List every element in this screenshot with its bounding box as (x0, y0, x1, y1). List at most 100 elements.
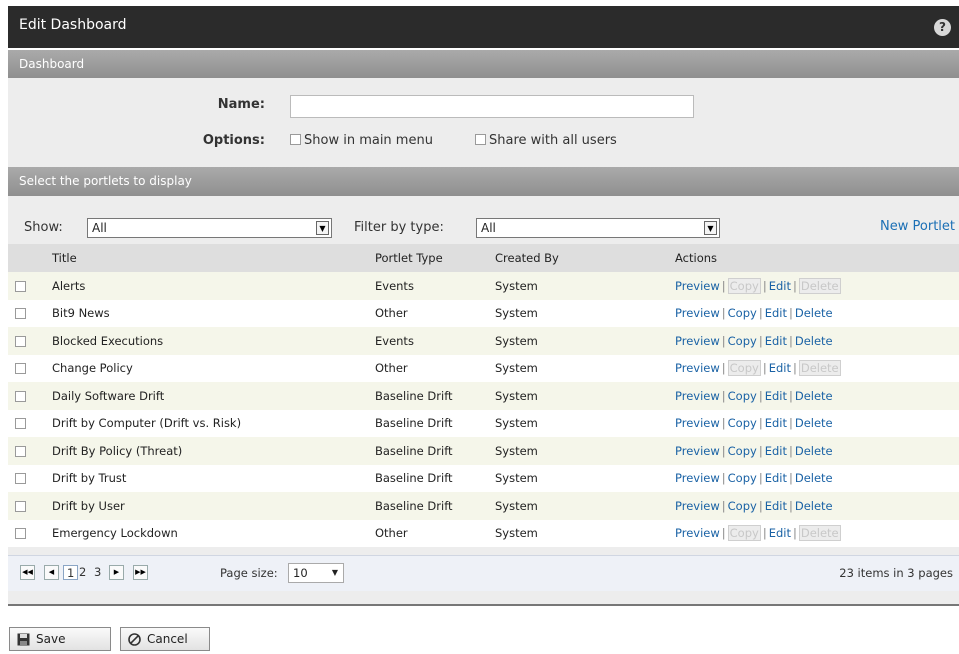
delete-link[interactable]: Delete (795, 334, 833, 348)
edit-link[interactable]: Edit (765, 471, 787, 485)
copy-link[interactable]: Copy (728, 444, 757, 458)
last-page-icon[interactable]: ▶▶ (133, 565, 148, 580)
row-created-by: System (495, 299, 675, 327)
row-select-cell (8, 382, 45, 410)
chevron-down-icon[interactable]: ▼ (316, 221, 329, 235)
share-with-all-users-checkbox[interactable] (475, 133, 486, 145)
row-checkbox[interactable] (15, 445, 26, 457)
action-separator: | (788, 306, 793, 321)
action-separator: | (758, 416, 763, 431)
action-separator: | (721, 443, 726, 458)
first-page-icon[interactable]: ◀◀ (20, 565, 35, 580)
action-separator: | (721, 526, 726, 541)
row-checkbox[interactable] (15, 280, 26, 292)
cancel-button[interactable]: Cancel (120, 627, 210, 651)
edit-link[interactable]: Edit (765, 334, 787, 348)
action-separator: | (721, 306, 726, 321)
page-number[interactable]: 2 (79, 565, 86, 580)
edit-link[interactable]: Edit (769, 526, 791, 540)
preview-link[interactable]: Preview (675, 471, 720, 485)
delete-link[interactable]: Delete (795, 416, 833, 430)
preview-link[interactable]: Preview (675, 306, 720, 320)
row-checkbox[interactable] (15, 390, 26, 402)
preview-link[interactable]: Preview (675, 444, 720, 458)
preview-link[interactable]: Preview (675, 334, 720, 348)
delete-link[interactable]: Delete (795, 471, 833, 485)
name-input[interactable] (290, 95, 694, 118)
delete-link[interactable]: Delete (795, 306, 833, 320)
page-size-value: 10 (293, 566, 308, 580)
next-page-icon[interactable]: ▶ (109, 565, 124, 580)
row-checkbox[interactable] (15, 528, 26, 540)
preview-link[interactable]: Preview (675, 526, 720, 540)
preview-link[interactable]: Preview (675, 389, 720, 403)
delete-link[interactable]: Delete (795, 389, 833, 403)
filter-by-type-select[interactable]: All ▼ (476, 218, 720, 238)
row-checkbox[interactable] (15, 473, 26, 485)
delete-link: Delete (798, 525, 841, 542)
show-select-value: All (92, 221, 107, 235)
edit-link[interactable]: Edit (765, 306, 787, 320)
row-portlet-type: Events (375, 327, 495, 355)
preview-link[interactable]: Preview (675, 361, 720, 375)
share-with-all-users-option[interactable]: Share with all users (475, 133, 617, 148)
page-number[interactable]: 3 (94, 565, 101, 580)
edit-link[interactable]: Edit (765, 499, 787, 513)
row-created-by: System (495, 519, 675, 547)
action-separator: | (721, 388, 726, 403)
help-icon[interactable]: ? (934, 19, 951, 36)
row-checkbox[interactable] (15, 308, 26, 320)
page-size-label: Page size: (220, 566, 278, 580)
show-in-main-menu-checkbox[interactable] (290, 133, 301, 145)
preview-link[interactable]: Preview (675, 416, 720, 430)
row-actions: Preview | Copy | Edit | Delete (675, 409, 959, 437)
save-button[interactable]: Save (9, 627, 111, 651)
action-separator: | (758, 306, 763, 321)
page-size-select[interactable]: 10 ▼ (288, 563, 344, 583)
row-created-by: System (495, 409, 675, 437)
name-label: Name: (217, 97, 265, 112)
row-checkbox[interactable] (15, 335, 26, 347)
row-actions: Preview | Copy | Edit | Delete (675, 437, 959, 465)
action-separator: | (758, 498, 763, 513)
copy-link[interactable]: Copy (728, 306, 757, 320)
action-separator: | (758, 333, 763, 348)
edit-link[interactable]: Edit (765, 444, 787, 458)
edit-link[interactable]: Edit (765, 416, 787, 430)
show-in-main-menu-option[interactable]: Show in main menu (290, 133, 433, 148)
row-checkbox[interactable] (15, 500, 26, 512)
page-number-current[interactable]: 1 (63, 565, 79, 580)
row-checkbox[interactable] (15, 363, 26, 375)
row-portlet-type: Events (375, 272, 495, 300)
edit-link[interactable]: Edit (769, 279, 791, 293)
edit-link[interactable]: Edit (769, 361, 791, 375)
row-portlet-type: Baseline Drift (375, 437, 495, 465)
delete-link[interactable]: Delete (795, 444, 833, 458)
row-title: Daily Software Drift (45, 382, 375, 410)
preview-link[interactable]: Preview (675, 279, 720, 293)
header-created-by[interactable]: Created By (495, 244, 675, 272)
chevron-down-icon[interactable]: ▼ (704, 221, 717, 235)
copy-link[interactable]: Copy (728, 416, 757, 430)
row-checkbox[interactable] (15, 418, 26, 430)
preview-link[interactable]: Preview (675, 499, 720, 513)
header-actions: Actions (675, 244, 959, 272)
copy-link[interactable]: Copy (728, 499, 757, 513)
copy-link[interactable]: Copy (728, 471, 757, 485)
edit-link[interactable]: Edit (765, 389, 787, 403)
header-title[interactable]: Title (45, 244, 375, 272)
table-row: Drift By Policy (Threat) Baseline Drift Sy… (8, 437, 959, 465)
table-row: Daily Software Drift Baseline Drift System… (8, 382, 959, 410)
copy-link[interactable]: Copy (728, 389, 757, 403)
table-row: Alerts Events System Preview | Copy | Edit | Dele… (8, 272, 959, 300)
header-portlet-type[interactable]: Portlet Type (375, 244, 495, 272)
action-separator: | (762, 361, 767, 376)
delete-link: Delete (798, 277, 841, 294)
show-select[interactable]: All ▼ (87, 218, 332, 238)
prev-page-icon[interactable]: ◀ (44, 565, 59, 580)
new-portlet-link[interactable]: New Portlet (880, 219, 955, 234)
delete-link[interactable]: Delete (795, 499, 833, 513)
row-title: Drift by Trust (45, 464, 375, 492)
table-row: Emergency Lockdown Other System Preview | Cop… (8, 519, 959, 547)
copy-link[interactable]: Copy (728, 334, 757, 348)
